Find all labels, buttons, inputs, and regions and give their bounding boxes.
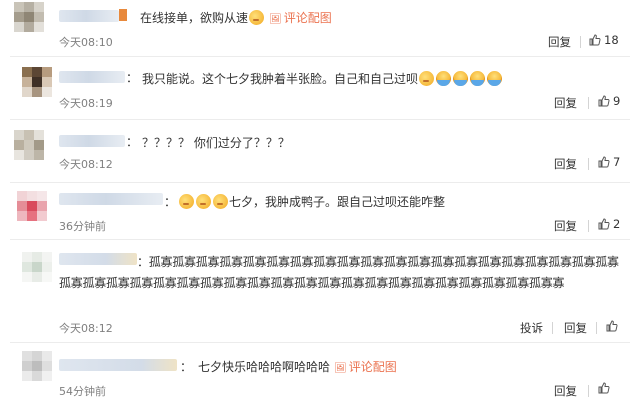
- divider: [588, 385, 589, 397]
- like-button[interactable]: 2: [598, 217, 620, 231]
- comment-body: 七夕快乐哈哈哈啊哈哈哈: [198, 360, 331, 374]
- username[interactable]: [59, 193, 163, 205]
- colon: ：: [126, 135, 139, 149]
- thumbs-up-icon: [598, 156, 610, 168]
- comment-item: ： 我只能说。这个七夕我肿着半张脸。自己和自己过呗 今天08:19 回复 9: [0, 57, 640, 120]
- comment-text: ？？？？ 你们过分了？？？: [142, 134, 290, 151]
- comment-body: ？？？？ 你们过分了？？？: [142, 136, 290, 150]
- comment-text: 七夕快乐哈哈哈啊哈哈哈评论配图: [198, 358, 397, 375]
- comment-item: ： ？？？？ 你们过分了？？？ 今天08:12 回复 7: [0, 120, 640, 183]
- colon: ：: [137, 255, 149, 269]
- like-button[interactable]: [598, 382, 613, 394]
- comment-text: 七夕，我肿成鸭子。跟自己过呗还能咋整: [178, 193, 445, 210]
- like-count: 7: [613, 155, 621, 169]
- divider: [580, 36, 581, 48]
- reply-button[interactable]: 回复: [554, 156, 577, 172]
- like-button[interactable]: 9: [598, 94, 620, 108]
- thumbs-up-icon: [598, 382, 610, 394]
- emoji-icon: [453, 71, 469, 86]
- reply-button[interactable]: 回复: [554, 95, 577, 111]
- emoji-icon: [436, 71, 452, 86]
- divider: [552, 322, 553, 334]
- timestamp: 36分钟前: [59, 220, 106, 233]
- timestamp: 今天08:12: [59, 322, 113, 335]
- reply-button[interactable]: 回复: [548, 34, 571, 50]
- like-button[interactable]: 7: [598, 155, 620, 169]
- thumbs-up-icon: [589, 34, 601, 46]
- comment-item: ： 七夕快乐哈哈哈啊哈哈哈评论配图 54分钟前 回复: [0, 343, 640, 402]
- comment-item: ：孤寡孤寡孤寡孤寡孤寡孤寡孤寡孤寡孤寡孤寡孤寡孤寡孤寡孤寡孤寡孤寡孤寡孤寡孤寡孤…: [0, 240, 640, 343]
- like-count: 9: [613, 94, 621, 108]
- reply-button[interactable]: 回复: [554, 383, 577, 399]
- emoji-icon: [213, 194, 228, 209]
- emoji-icon: [419, 71, 435, 86]
- like-button[interactable]: [606, 320, 621, 332]
- reply-button[interactable]: 回复: [564, 320, 587, 336]
- colon: ：: [126, 71, 139, 85]
- avatar[interactable]: [14, 2, 44, 32]
- timestamp: 今天08:12: [59, 158, 113, 171]
- divider: [588, 158, 589, 170]
- image-link[interactable]: 评论配图: [265, 11, 332, 25]
- avatar[interactable]: [14, 130, 44, 160]
- thumbs-up-icon: [606, 320, 618, 332]
- timestamp: 今天08:10: [59, 36, 113, 49]
- emoji-icon: [487, 71, 503, 86]
- username[interactable]: [59, 135, 125, 147]
- divider: [596, 322, 597, 334]
- username[interactable]: [59, 71, 125, 83]
- timestamp: 今天08:19: [59, 97, 113, 110]
- thumbs-up-icon: [598, 218, 610, 230]
- comment-text: 我只能说。这个七夕我肿着半张脸。自己和自己过呗: [142, 70, 503, 87]
- like-count: 2: [613, 217, 621, 231]
- emoji-icon: [470, 71, 486, 86]
- divider: [588, 97, 589, 109]
- timestamp: 54分钟前: [59, 385, 106, 398]
- colon: ：: [180, 360, 193, 374]
- thumbs-up-icon: [598, 95, 610, 107]
- avatar[interactable]: [22, 252, 52, 282]
- like-button[interactable]: 18: [589, 33, 619, 47]
- comment-item: 在线接单，欲购从速 评论配图 今天08:10 回复 18: [0, 0, 640, 57]
- comment-body: 我只能说。这个七夕我肿着半张脸。自己和自己过呗: [142, 72, 419, 86]
- comment-body: 在线接单，欲购从速: [140, 11, 249, 25]
- comment-text: 在线接单，欲购从速 评论配图: [140, 9, 332, 26]
- comment-item: ： 七夕，我肿成鸭子。跟自己过呗还能咋整 36分钟前 回复 2: [0, 183, 640, 240]
- comment-text: ：孤寡孤寡孤寡孤寡孤寡孤寡孤寡孤寡孤寡孤寡孤寡孤寡孤寡孤寡孤寡孤寡孤寡孤寡孤寡孤…: [59, 252, 629, 294]
- username[interactable]: [59, 10, 119, 22]
- avatar[interactable]: [17, 191, 47, 221]
- emoji-icon: [179, 194, 194, 209]
- avatar[interactable]: [22, 67, 52, 97]
- reply-button[interactable]: 回复: [554, 218, 577, 234]
- colon: ：: [164, 195, 177, 209]
- avatar[interactable]: [22, 351, 52, 381]
- like-count: 18: [604, 33, 619, 47]
- emoji-icon: [196, 194, 211, 209]
- comment-body: 七夕，我肿成鸭子。跟自己过呗还能咋整: [229, 195, 446, 209]
- report-button[interactable]: 投诉: [520, 320, 543, 336]
- badge: [119, 9, 127, 21]
- emoji-icon: [249, 10, 265, 25]
- divider: [588, 220, 589, 232]
- image-link[interactable]: 评论配图: [330, 360, 397, 374]
- username[interactable]: [59, 359, 177, 371]
